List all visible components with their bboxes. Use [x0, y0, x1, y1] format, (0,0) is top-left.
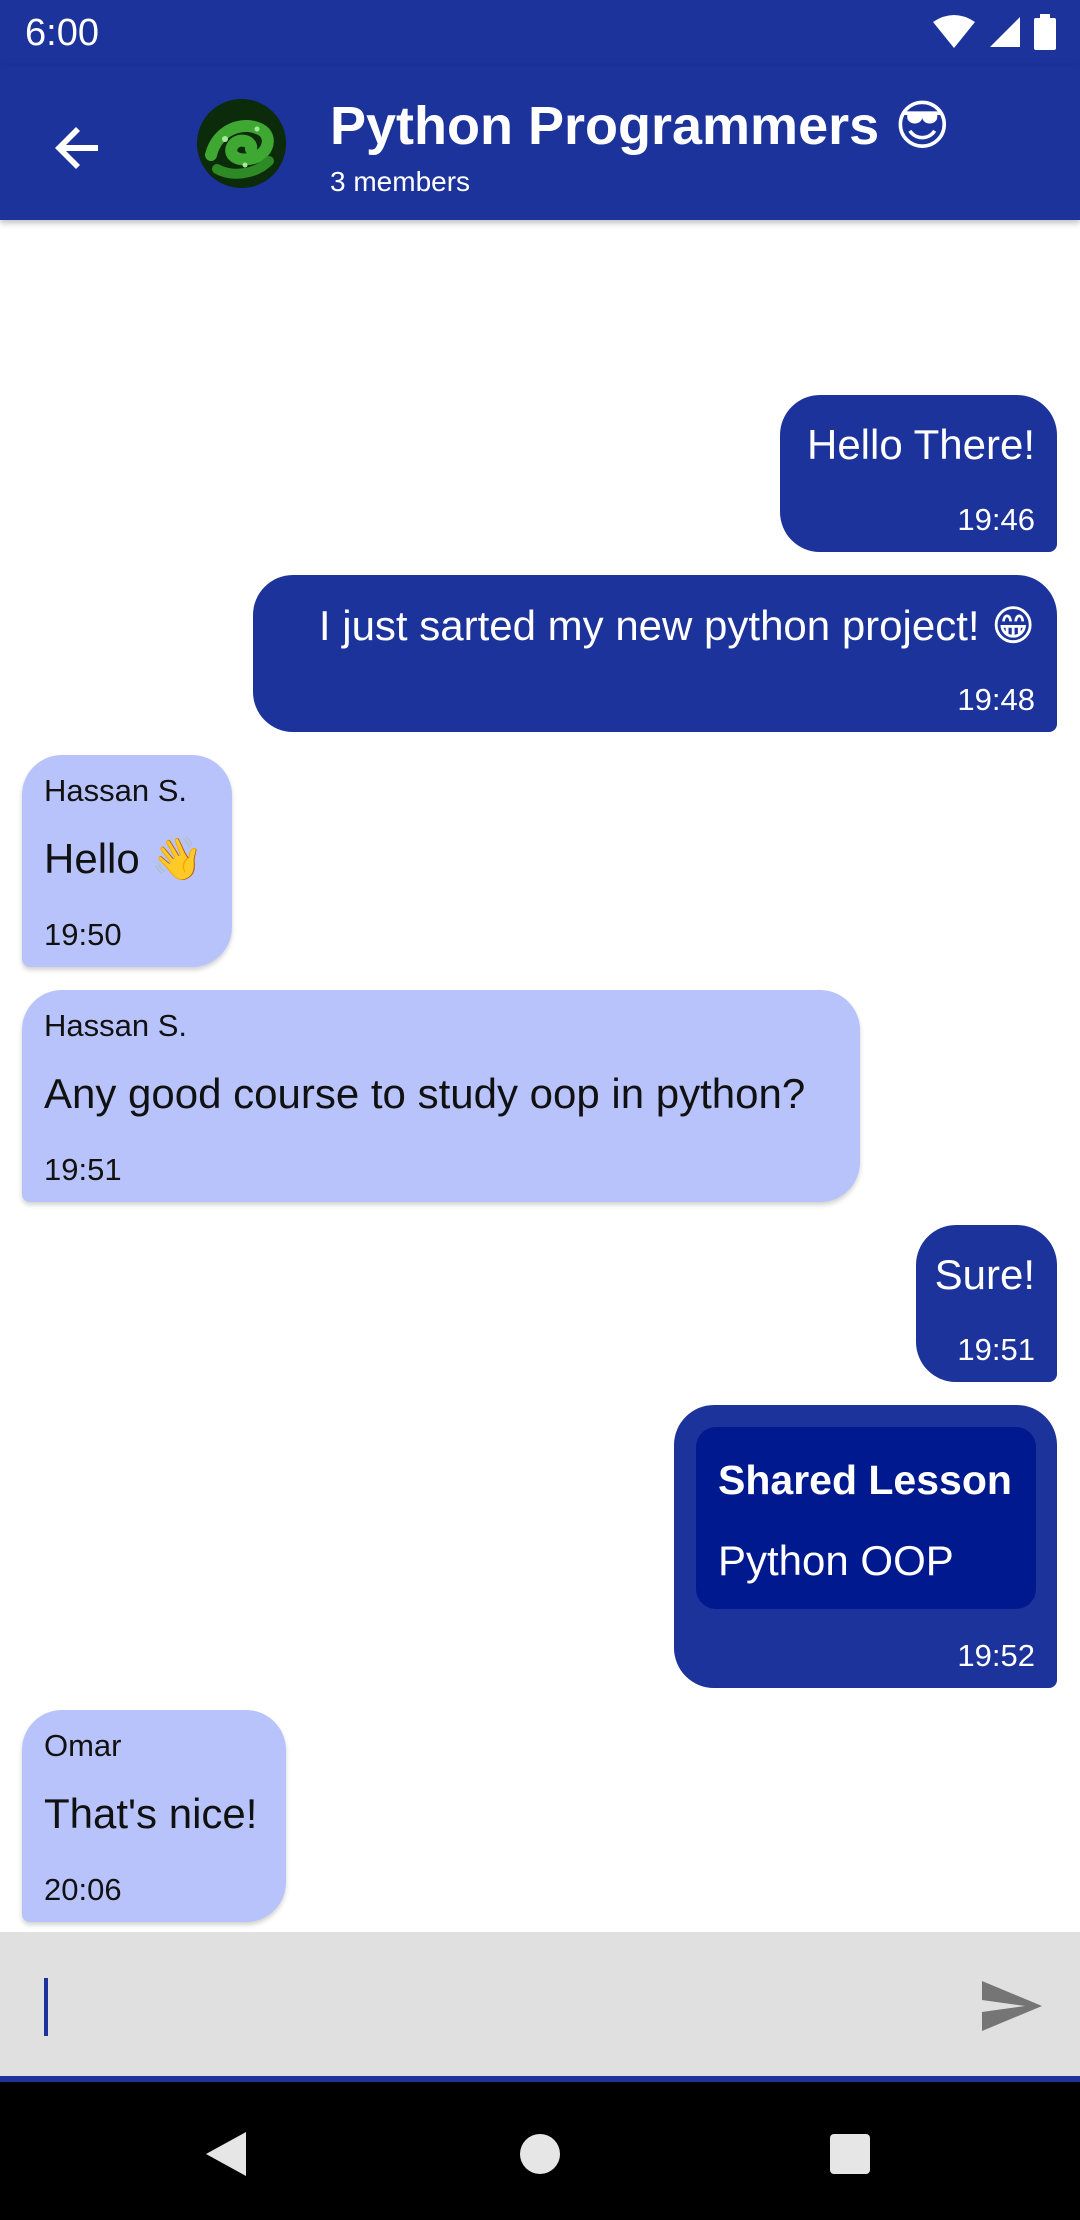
text-cursor [44, 1978, 48, 2036]
recents-square-icon [828, 2132, 872, 2181]
back-triangle-icon [204, 2130, 248, 2183]
group-avatar[interactable] [197, 99, 286, 188]
message-text: That's nice! [44, 1790, 258, 1837]
outgoing-message[interactable]: Hello There! 19:46 [780, 395, 1057, 552]
outgoing-message[interactable]: Shared Lesson Python OOP 19:52 [674, 1405, 1057, 1688]
message-composer [0, 1932, 1080, 2082]
message-text: Any good course to study oop in python? [44, 1070, 806, 1117]
battery-icon [1034, 14, 1056, 50]
message-time: 19:51 [957, 1332, 1035, 1367]
arrow-left-icon [54, 124, 102, 177]
message-time: 19:50 [44, 917, 122, 952]
wifi-icon [932, 14, 976, 50]
nav-back-button[interactable] [186, 2116, 266, 2196]
message-sender: Hassan S. [44, 1008, 188, 1043]
message-time: 19:51 [44, 1152, 122, 1187]
python-snake-avatar [197, 99, 286, 188]
message-text: Hello There! [806, 421, 1035, 468]
message-sender: Omar [44, 1728, 122, 1763]
shared-lesson-name: Python OOP [718, 1537, 954, 1584]
message-time: 19:52 [957, 1638, 1035, 1673]
back-button[interactable] [40, 112, 116, 188]
app-bar: Python Programmers 😎 3 members [0, 66, 1080, 220]
system-nav-bar [0, 2082, 1080, 2220]
message-time: 20:06 [44, 1872, 122, 1907]
incoming-message[interactable]: Hassan S. Any good course to study oop i… [22, 990, 860, 1202]
status-bar: 6:00 [0, 0, 1080, 66]
signal-icon [988, 15, 1022, 49]
group-title[interactable]: Python Programmers 😎 [330, 94, 950, 157]
shared-lesson-card[interactable]: Shared Lesson Python OOP [696, 1427, 1036, 1609]
outgoing-message[interactable]: Sure! 19:51 [916, 1225, 1057, 1382]
message-sender: Hassan S. [44, 773, 188, 808]
shared-lesson-label: Shared Lesson [718, 1457, 1012, 1503]
message-list[interactable]: Hello There! 19:46 I just sarted my new … [0, 220, 1080, 1932]
message-input[interactable] [28, 1962, 948, 2052]
message-time: 19:46 [957, 502, 1035, 537]
incoming-message[interactable]: Hassan S. Hello 👋 19:50 [22, 755, 232, 967]
nav-recents-button[interactable] [810, 2116, 890, 2196]
send-button[interactable] [972, 1968, 1052, 2048]
home-circle-icon [518, 2132, 562, 2181]
message-text: I just sarted my new python project! 😁 [318, 602, 1035, 649]
group-member-count: 3 members [330, 166, 471, 197]
send-icon [981, 1979, 1043, 2038]
outgoing-message[interactable]: I just sarted my new python project! 😁 1… [253, 575, 1057, 732]
message-text: Hello 👋 [44, 835, 204, 882]
message-time: 19:48 [957, 682, 1035, 717]
message-text: Sure! [934, 1251, 1035, 1298]
status-time: 6:00 [25, 12, 99, 54]
incoming-message[interactable]: Omar That's nice! 20:06 [22, 1710, 286, 1922]
status-icons [932, 14, 1056, 50]
nav-home-button[interactable] [500, 2116, 580, 2196]
chat-screen: 6:00 Python Programmers 😎 3 members Hell… [0, 0, 1080, 2220]
